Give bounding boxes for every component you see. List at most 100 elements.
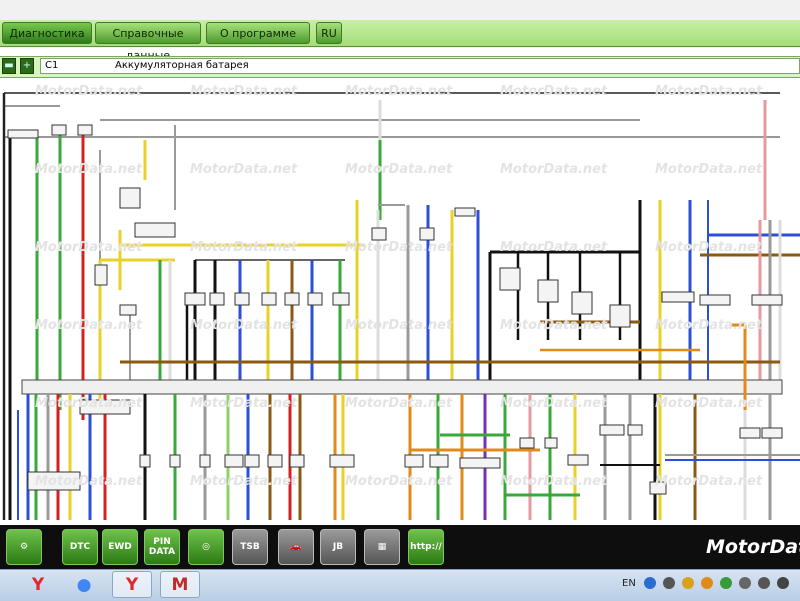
connector-block[interactable]	[332, 292, 350, 306]
connector-block[interactable]	[139, 454, 151, 468]
watermark-text: MotorData.net	[345, 474, 453, 489]
power-icon[interactable]	[739, 577, 751, 589]
web-button[interactable]: http://	[408, 529, 444, 565]
dtc-button[interactable]: DTC	[62, 529, 98, 565]
component-locator-button[interactable]: ⚙	[6, 529, 42, 565]
connector-block[interactable]	[544, 437, 558, 449]
watermark-text: MotorData.net	[500, 396, 608, 411]
watermark-text: MotorData.net	[500, 84, 608, 99]
connector-block[interactable]	[169, 454, 181, 468]
component-name: Аккумуляторная батарея	[115, 60, 249, 71]
connector-block[interactable]	[261, 292, 277, 306]
connector-block[interactable]	[284, 292, 300, 306]
yandex-browser-icon: Y	[125, 574, 139, 595]
watermark-text: MotorData.net	[655, 318, 763, 333]
connector-block[interactable]	[661, 291, 695, 303]
car-service-button[interactable]: 🚗	[278, 529, 314, 565]
wiring-diagram-canvas[interactable]	[0, 80, 800, 525]
pin-data-button[interactable]: PIN DATA	[144, 529, 180, 565]
jb-icon: JB	[332, 542, 344, 552]
connector-block[interactable]	[459, 457, 501, 469]
connector-block[interactable]	[244, 454, 260, 468]
connector-block[interactable]	[454, 207, 476, 217]
connector-block[interactable]	[7, 129, 39, 139]
tester-icon: ◎	[202, 542, 210, 552]
display-icon[interactable]	[758, 577, 770, 589]
connector-block[interactable]	[627, 424, 643, 436]
speaker-icon[interactable]	[682, 577, 694, 589]
connector-block[interactable]	[739, 427, 761, 439]
expand-tree-button[interactable]: +	[20, 58, 34, 74]
connector-block[interactable]	[537, 279, 559, 303]
connector-block[interactable]	[419, 227, 435, 241]
menu-tab-about[interactable]: О программе	[206, 22, 310, 44]
connector-block[interactable]	[599, 424, 625, 436]
menu-tab-reference[interactable]: Справочные данные	[95, 22, 201, 62]
connector-block[interactable]	[209, 292, 225, 306]
connector-block[interactable]	[184, 292, 206, 306]
volume-icon[interactable]	[777, 577, 789, 589]
watermark-text: MotorData.net	[190, 474, 298, 489]
component-field[interactable]: C1 Аккумуляторная батарея	[40, 58, 800, 74]
jb-button[interactable]: JB	[320, 529, 356, 565]
taskbar-app-button[interactable]: Y	[18, 571, 58, 598]
minus-icon: ▬	[4, 60, 14, 71]
connector-block[interactable]	[371, 227, 387, 241]
taskbar-app-button[interactable]: M	[160, 571, 200, 598]
connector-block[interactable]	[751, 294, 783, 306]
connector-block[interactable]	[199, 454, 211, 468]
wiring-diagram[interactable]: MotorData.net MotorData.net MotorData.net M…	[0, 80, 800, 525]
connector-block[interactable]	[567, 454, 589, 466]
watermark-text: MotorData.net	[35, 240, 143, 255]
help-icon[interactable]	[644, 577, 656, 589]
menu-tab-language[interactable]: RU	[316, 22, 342, 44]
taskbar-app-button[interactable]: Y	[112, 571, 152, 598]
language-indicator[interactable]: EN	[622, 578, 636, 589]
collapse-tree-button[interactable]: ▬	[2, 58, 16, 74]
connector-block[interactable]	[289, 454, 305, 468]
connector-block[interactable]	[51, 124, 67, 136]
fuse-block-icon: ▦	[377, 542, 387, 552]
connector-block[interactable]	[307, 292, 323, 306]
shield-icon[interactable]	[720, 577, 732, 589]
watermark-text: MotorData.net	[345, 84, 453, 99]
connector-block[interactable]	[519, 437, 535, 449]
tsb-button[interactable]: TSB	[232, 529, 268, 565]
watermark-text: MotorData.net	[190, 318, 298, 333]
connector-block[interactable]	[429, 454, 449, 468]
terminal-strip[interactable]	[21, 379, 783, 395]
plus-icon: +	[22, 60, 32, 71]
tsb-icon: TSB	[240, 542, 260, 552]
watermark-text: MotorData.net	[345, 162, 453, 177]
watermark-text: MotorData.net	[655, 162, 763, 177]
tester-button[interactable]: ◎	[188, 529, 224, 565]
watermark-text: MotorData.net	[35, 318, 143, 333]
connector-block[interactable]	[329, 454, 355, 468]
ewd-button[interactable]: EWD	[102, 529, 138, 565]
watermark-text: MotorData.net	[345, 396, 453, 411]
network-icon[interactable]	[701, 577, 713, 589]
fuse-block-button[interactable]: ▦	[364, 529, 400, 565]
connector-block[interactable]	[134, 222, 176, 238]
watermark-text: MotorData.net	[190, 162, 298, 177]
taskbar-app-button[interactable]: ●	[64, 571, 104, 598]
watermark-text: MotorData.net	[500, 474, 608, 489]
connector-block[interactable]	[77, 124, 93, 136]
watermark-text: MotorData.net	[345, 240, 453, 255]
connector-block[interactable]	[404, 454, 424, 468]
menu-tab-diagnostics[interactable]: Диагностика	[2, 22, 92, 44]
connector-block[interactable]	[609, 304, 631, 328]
connector-block[interactable]	[499, 267, 521, 291]
connector-block[interactable]	[119, 187, 141, 209]
connector-block[interactable]	[761, 427, 783, 439]
connector-block[interactable]	[571, 291, 593, 315]
watermark-text: MotorData.net	[345, 318, 453, 333]
connector-block[interactable]	[94, 264, 108, 286]
watermark-text: MotorData.net	[190, 84, 298, 99]
connector-block[interactable]	[224, 454, 244, 468]
connector-block[interactable]	[267, 454, 283, 468]
connector-block[interactable]	[234, 292, 250, 306]
connector-block[interactable]	[119, 304, 137, 316]
connector-block[interactable]	[699, 294, 731, 306]
arrow-up-icon[interactable]	[663, 577, 675, 589]
